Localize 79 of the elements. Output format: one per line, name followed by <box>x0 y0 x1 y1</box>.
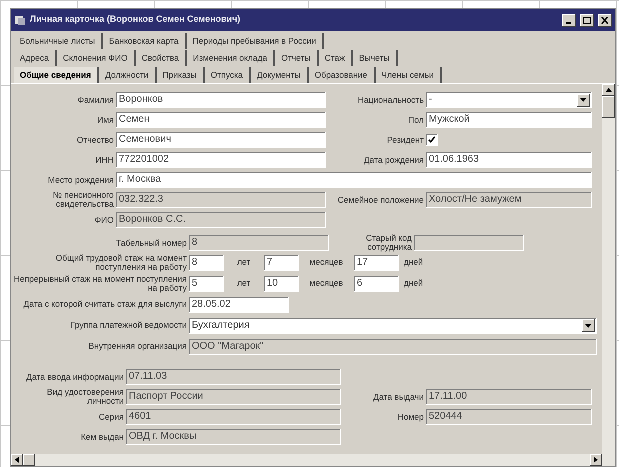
maximize-button[interactable] <box>580 14 594 26</box>
field-label: Внутренняя организация <box>88 342 188 351</box>
date-field[interactable]: 28.05.02 <box>189 296 289 312</box>
input-field[interactable]: Воронков <box>116 92 326 108</box>
input-field[interactable]: г. Москва <box>116 172 592 188</box>
input-field[interactable]: 520444 <box>426 409 592 425</box>
field-label: Табельный номер <box>115 238 188 248</box>
field-label: Дата рождения <box>363 156 425 164</box>
field-label: Пол <box>407 116 425 124</box>
input-field[interactable]: Семен <box>116 112 326 128</box>
checkbox[interactable] <box>426 134 438 146</box>
unit-label: месяцев <box>308 277 344 290</box>
scroll-thumb[interactable] <box>602 96 615 118</box>
field-label: Резидент <box>386 136 425 144</box>
field-label: № пенсионного свидетельства <box>52 191 115 209</box>
app-icon <box>14 14 26 26</box>
input-field[interactable]: ОВД г. Москвы <box>126 429 341 445</box>
input-field[interactable]: 7 <box>264 254 299 270</box>
caret-icon <box>580 98 587 102</box>
input-field[interactable]: 01.06.1963 <box>426 152 592 168</box>
unit-label: лет <box>236 256 252 269</box>
input-field[interactable]: Холост/Не замужем <box>426 192 592 208</box>
unit-label: месяцев <box>308 256 344 269</box>
unit-label: дней <box>403 277 424 290</box>
input-field[interactable]: ООО "Магарок" <box>189 338 597 354</box>
dropdown-button[interactable] <box>577 94 590 106</box>
field-label: Серия <box>98 412 125 422</box>
field-label: Фамилия <box>76 96 115 104</box>
maximize-icon <box>583 16 591 24</box>
unit-label: лет <box>236 277 252 290</box>
field-label: Старый код сотрудника <box>365 234 413 252</box>
field-label: Непрерывный стаж на момент поступления на работу <box>12 274 188 292</box>
input-field[interactable]: Мужской <box>426 112 592 128</box>
input-field[interactable]: 07.11.03 <box>126 369 341 385</box>
input-field[interactable]: 032.322.3 <box>116 192 326 208</box>
field-label: ИНН <box>94 156 115 164</box>
input-field[interactable]: Паспорт России <box>126 389 341 405</box>
input-field[interactable]: Семенович <box>116 132 326 148</box>
dropdown-button[interactable] <box>582 319 595 332</box>
dropdown-field[interactable]: - <box>426 92 592 108</box>
input-field[interactable]: 8 <box>189 254 224 270</box>
scroll-right-icon <box>594 457 598 463</box>
input-field[interactable]: Воронков С.С. <box>116 212 326 228</box>
close-icon <box>601 16 609 24</box>
input-field[interactable]: 4601 <box>126 409 341 425</box>
field-label: Общий трудовой стаж на момент поступления на работу <box>54 254 188 272</box>
input-field[interactable]: 17 <box>354 254 399 270</box>
dropdown-field[interactable]: Бухгалтерия <box>189 318 597 334</box>
input-field[interactable]: 5 <box>189 276 224 292</box>
input-field[interactable]: 10 <box>264 276 299 292</box>
input-field[interactable]: 6 <box>354 276 399 292</box>
field-label: Имя <box>96 116 115 124</box>
field-label: Группа платежной ведомости <box>70 321 188 330</box>
scroll-thumb[interactable] <box>23 454 35 466</box>
close-button[interactable] <box>598 14 612 26</box>
field-label: ФИО <box>94 216 115 224</box>
field-label: Дата выдачи <box>372 392 425 402</box>
field-label: Номер <box>396 412 425 422</box>
tab[interactable]: Общие сведения <box>14 67 100 83</box>
input-field[interactable]: 772201002 <box>116 152 326 168</box>
horizontal-scrollbar[interactable] <box>11 454 615 466</box>
field-label: Место рождения <box>47 176 115 184</box>
input-field[interactable]: 17.11.00 <box>426 389 592 405</box>
field-label: Дата с которой считать стаж для выслуги <box>22 300 188 309</box>
field-label: Семейное положение <box>336 196 425 204</box>
minimize-button[interactable] <box>562 14 576 26</box>
input-field[interactable]: 8 <box>189 235 329 251</box>
field-label: Национальность <box>356 96 425 104</box>
field-label: Кем выдан <box>80 432 125 442</box>
caret-icon <box>585 324 592 328</box>
vertical-scrollbar[interactable] <box>602 84 615 454</box>
field-label: Дата ввода информации <box>25 372 125 382</box>
input-field[interactable] <box>414 235 524 251</box>
scroll-up-icon <box>606 88 612 92</box>
scroll-left-icon <box>15 457 19 463</box>
unit-label: дней <box>403 256 424 269</box>
field-label: Вид удостоверения личности <box>46 388 125 406</box>
field-label: Отчество <box>76 136 115 144</box>
window-title: Личная карточка (Воронков Семен Семенович) <box>30 13 242 26</box>
